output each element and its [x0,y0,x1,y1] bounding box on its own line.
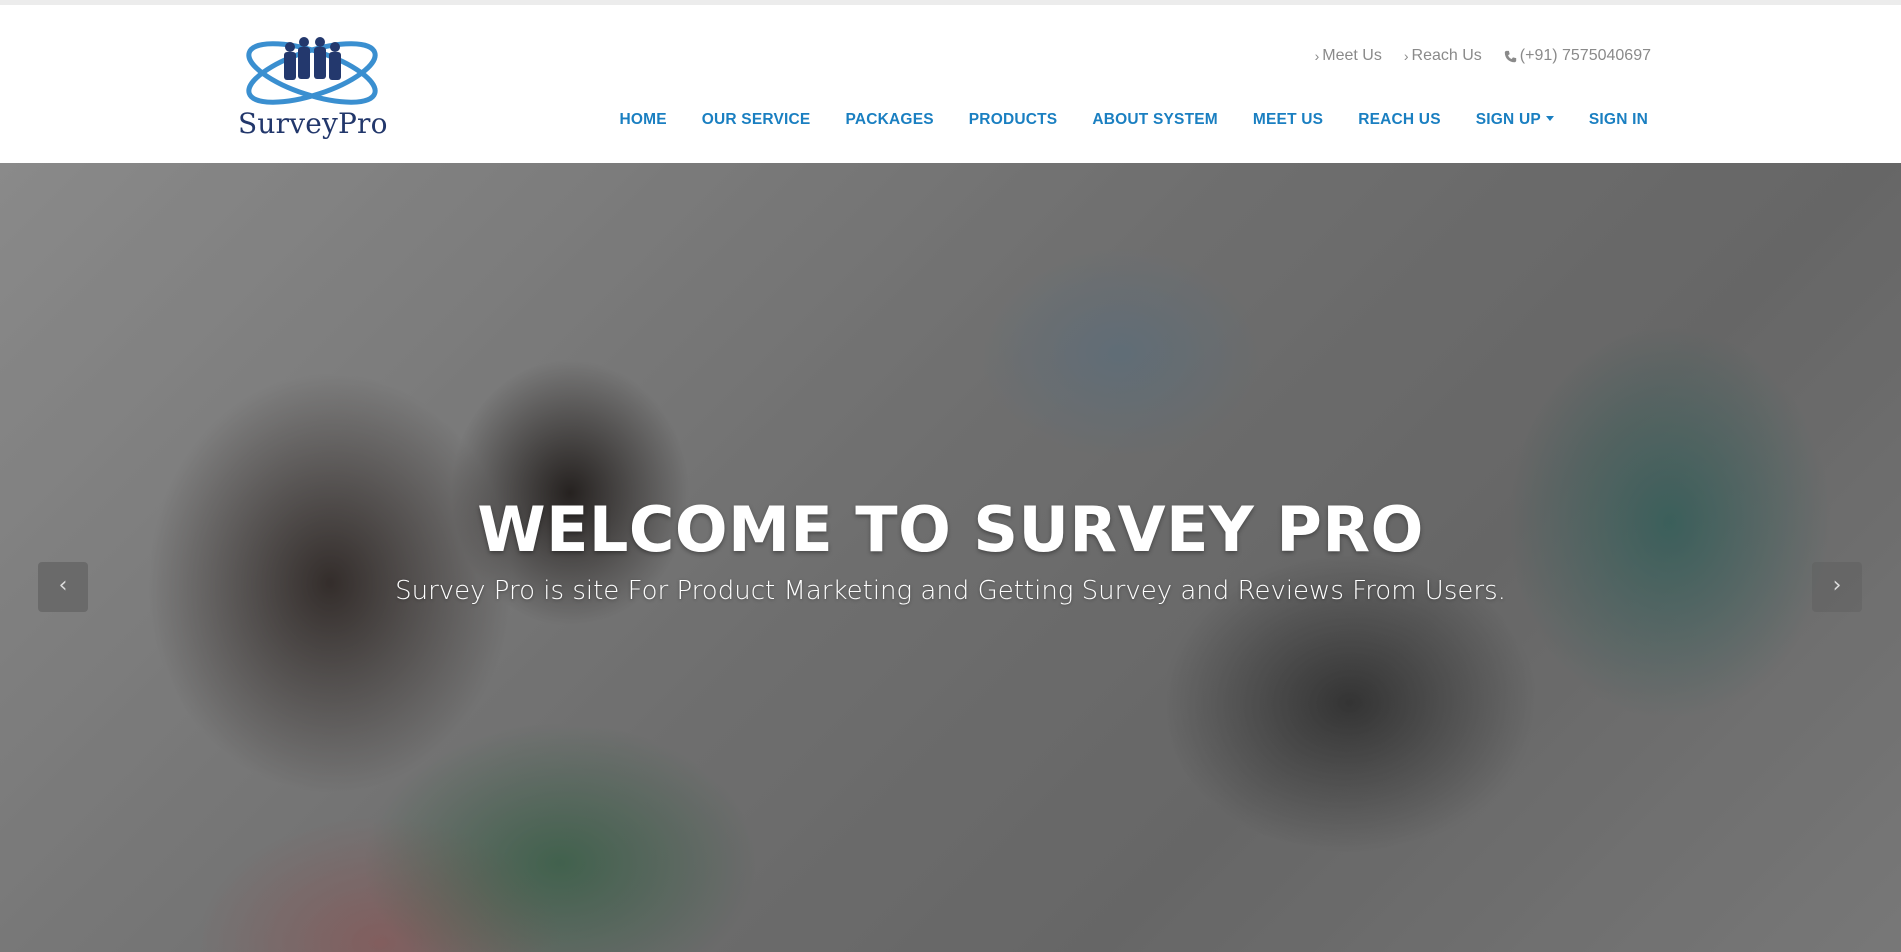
nav-item-sign-up[interactable]: SIGN UP [1476,111,1554,129]
top-link-reach-us[interactable]: › Reach Us [1404,47,1482,65]
logo-icon [246,37,378,105]
logo[interactable]: SurveyPro [236,33,388,141]
nav-item-meet-us[interactable]: MEET US [1253,111,1323,129]
site-header: SurveyPro › Meet Us › Reach Us (+91) 757… [0,5,1901,163]
nav-item-reach-us[interactable]: REACH US [1358,111,1441,129]
top-link-label: Meet Us [1322,47,1382,64]
hero-subtitle: Survey Pro is site For Product Marketing… [395,576,1506,606]
nav-item-our-service[interactable]: OUR SERVICE [702,111,811,129]
nav-item-home[interactable]: HOME [619,111,666,129]
chevron-left-icon: ‹ [58,573,68,598]
carousel-next-button[interactable]: › [1812,562,1862,612]
nav-item-about-system[interactable]: ABOUT SYSTEM [1092,111,1218,129]
logo-text: SurveyPro [238,107,388,140]
hero-title: WELCOME TO SURVEY PRO [477,493,1424,566]
caret-down-icon [1545,115,1554,121]
top-link-phone[interactable]: (+91) 7575040697 [1504,47,1651,65]
chevron-right-icon: › [1832,573,1842,598]
phone-icon [1504,50,1516,62]
sign-up-label: SIGN UP [1475,111,1541,128]
phone-number: (+91) 7575040697 [1519,47,1651,64]
nav-item-products[interactable]: PRODUCTS [969,111,1058,129]
chevron-right-icon: › [1403,48,1409,64]
top-link-meet-us[interactable]: › Meet Us [1315,47,1382,65]
main-nav: HOME OUR SERVICE PACKAGES PRODUCTS ABOUT… [619,111,1648,129]
hero-carousel: WELCOME TO SURVEY PRO Survey Pro is site… [0,163,1901,952]
top-links: › Meet Us › Reach Us (+91) 7575040697 [1315,47,1651,65]
chevron-right-icon: › [1314,48,1320,64]
top-link-label: Reach Us [1411,47,1482,64]
nav-item-sign-in[interactable]: SIGN IN [1589,111,1648,129]
carousel-prev-button[interactable]: ‹ [38,562,88,612]
nav-item-packages[interactable]: PACKAGES [845,111,933,129]
